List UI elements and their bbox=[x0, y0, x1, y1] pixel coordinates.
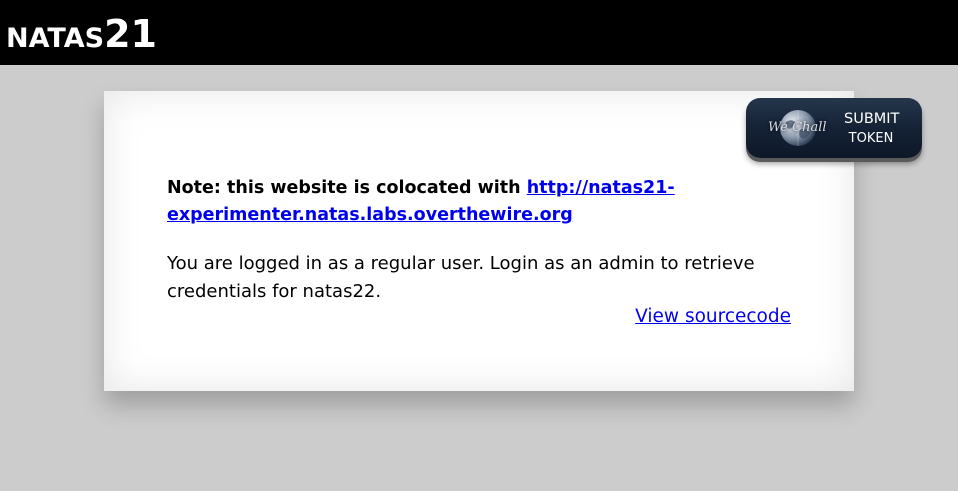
content-panel: Note: this website is colocated with htt… bbox=[104, 91, 854, 391]
page-title-prefix: NATAS bbox=[6, 23, 105, 54]
submit-label: SUBMIT bbox=[844, 111, 900, 127]
page-title-number: 21 bbox=[104, 12, 157, 56]
login-status-message: You are logged in as a regular user. Log… bbox=[167, 253, 755, 302]
experimenter-link-line1: http://natas21- bbox=[526, 178, 675, 198]
wechall-button-body[interactable]: We Chall SUBMIT TOKEN bbox=[746, 98, 922, 158]
wechall-submit-token-button[interactable]: We Chall SUBMIT TOKEN bbox=[746, 98, 923, 164]
view-sourcecode-link[interactable]: View sourcecode bbox=[635, 303, 791, 331]
submit-token-label: SUBMIT TOKEN bbox=[844, 110, 900, 148]
token-label: TOKEN bbox=[848, 131, 894, 146]
page-title: NATAS21 bbox=[6, 8, 157, 68]
experimenter-link-line2: experimenter.natas.labs.overthewire.org bbox=[167, 205, 573, 225]
header-banner: NATAS21 bbox=[0, 0, 958, 65]
wechall-logo-text: We Chall bbox=[768, 120, 827, 135]
colocation-note: Note: this website is colocated with htt… bbox=[167, 175, 707, 229]
note-text: Note: this website is colocated with bbox=[167, 178, 527, 198]
